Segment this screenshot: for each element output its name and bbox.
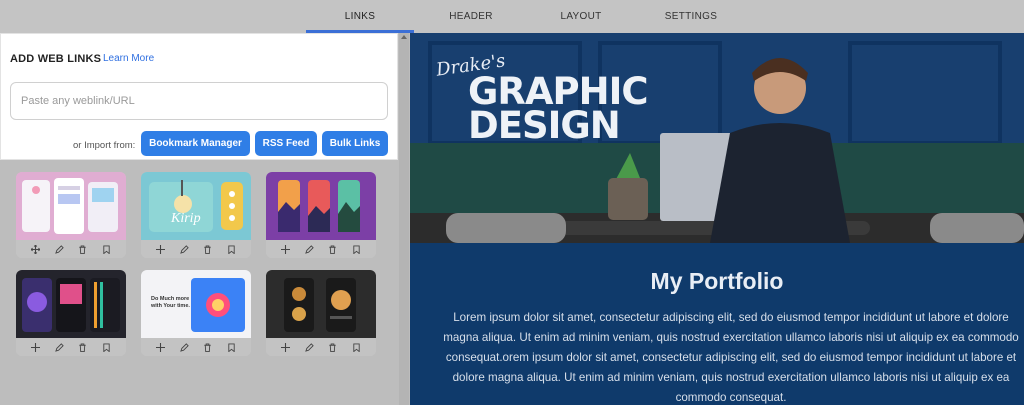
move-icon[interactable]: [30, 341, 42, 353]
template-thumbnail: Do Much more with Your time.: [141, 270, 251, 338]
tab-links-label: LINKS: [344, 11, 376, 22]
portfolio-heading: My Portfolio: [650, 268, 784, 294]
edit-icon[interactable]: [178, 243, 190, 255]
edit-icon[interactable]: [53, 341, 65, 353]
import-from-label: or Import from:: [73, 140, 136, 151]
learn-more-link[interactable]: Learn More: [103, 53, 154, 64]
move-icon[interactable]: [30, 243, 42, 255]
tile-toolbar: [266, 338, 376, 356]
svg-text:Kirip: Kirip: [170, 211, 201, 226]
edit-icon[interactable]: [303, 243, 315, 255]
tab-settings-label: SETTINGS: [664, 11, 718, 22]
move-icon[interactable]: [280, 243, 292, 255]
hero-banner: Drake's GRAPHIC DESIGN: [410, 33, 1024, 243]
move-icon[interactable]: [155, 243, 167, 255]
weblink-url-input[interactable]: [10, 82, 388, 120]
template-thumbnail: [266, 172, 376, 240]
tile-toolbar: [266, 240, 376, 258]
trash-icon[interactable]: [202, 243, 214, 255]
bookmark-manager-button[interactable]: Bookmark Manager: [141, 131, 250, 156]
edit-icon[interactable]: [53, 243, 65, 255]
template-tile[interactable]: [16, 172, 126, 258]
template-tile[interactable]: Kirip: [141, 172, 251, 258]
portfolio-preview: Drake's GRAPHIC DESIGN My Portfolio Lore…: [410, 33, 1024, 405]
template-tile[interactable]: Do Much more with Your time.: [141, 270, 251, 356]
bookmark-icon[interactable]: [225, 341, 237, 353]
hero-title: GRAPHIC DESIGN: [468, 73, 648, 147]
bookmark-icon[interactable]: [100, 243, 112, 255]
thumbnail-graphic: [191, 278, 245, 332]
move-icon[interactable]: [280, 341, 292, 353]
bookmark-icon[interactable]: [225, 243, 237, 255]
bookmark-icon[interactable]: [350, 341, 362, 353]
bookmark-icon[interactable]: [100, 341, 112, 353]
tile-toolbar: [141, 240, 251, 258]
bookmark-icon[interactable]: [350, 243, 362, 255]
template-thumbnail: Kirip: [141, 172, 251, 240]
template-thumbnail-text: Do Much more with Your time.: [151, 296, 190, 309]
trash-icon[interactable]: [77, 243, 89, 255]
add-web-links-title: ADD WEB LINKS: [10, 53, 102, 65]
portfolio-body-text: Lorem ipsum dolor sit amet, consectetur …: [443, 311, 1019, 404]
tab-links[interactable]: LINKS: [306, 0, 414, 33]
tile-toolbar: [141, 338, 251, 356]
tab-header[interactable]: HEADER: [428, 0, 514, 33]
template-thumbnail: [266, 270, 376, 338]
template-tile[interactable]: [16, 270, 126, 356]
top-tab-bar: LINKS HEADER LAYOUT SETTINGS: [0, 0, 1024, 33]
tab-settings[interactable]: SETTINGS: [648, 0, 734, 33]
template-tile[interactable]: [266, 270, 376, 356]
tile-toolbar: [16, 240, 126, 258]
trash-icon[interactable]: [202, 341, 214, 353]
template-thumbnail: [16, 270, 126, 338]
scroll-up-arrow-icon[interactable]: [401, 35, 407, 39]
tab-layout-label: LAYOUT: [560, 11, 602, 22]
tab-layout[interactable]: LAYOUT: [538, 0, 624, 33]
template-thumbnail: [16, 172, 126, 240]
move-icon[interactable]: [155, 341, 167, 353]
tab-header-label: HEADER: [449, 11, 493, 22]
tile-toolbar: [16, 338, 126, 356]
template-tile[interactable]: [266, 172, 376, 258]
trash-icon[interactable]: [327, 341, 339, 353]
left-panel-scrollbar[interactable]: [399, 33, 409, 405]
trash-icon[interactable]: [77, 341, 89, 353]
edit-icon[interactable]: [303, 341, 315, 353]
edit-icon[interactable]: [178, 341, 190, 353]
rss-feed-button[interactable]: RSS Feed: [255, 131, 317, 156]
hero-title-line2: DESIGN: [468, 104, 621, 147]
trash-icon[interactable]: [327, 243, 339, 255]
add-web-links-card: ADD WEB LINKS Learn More or Import from:…: [0, 33, 398, 160]
bulk-links-button[interactable]: Bulk Links: [322, 131, 388, 156]
